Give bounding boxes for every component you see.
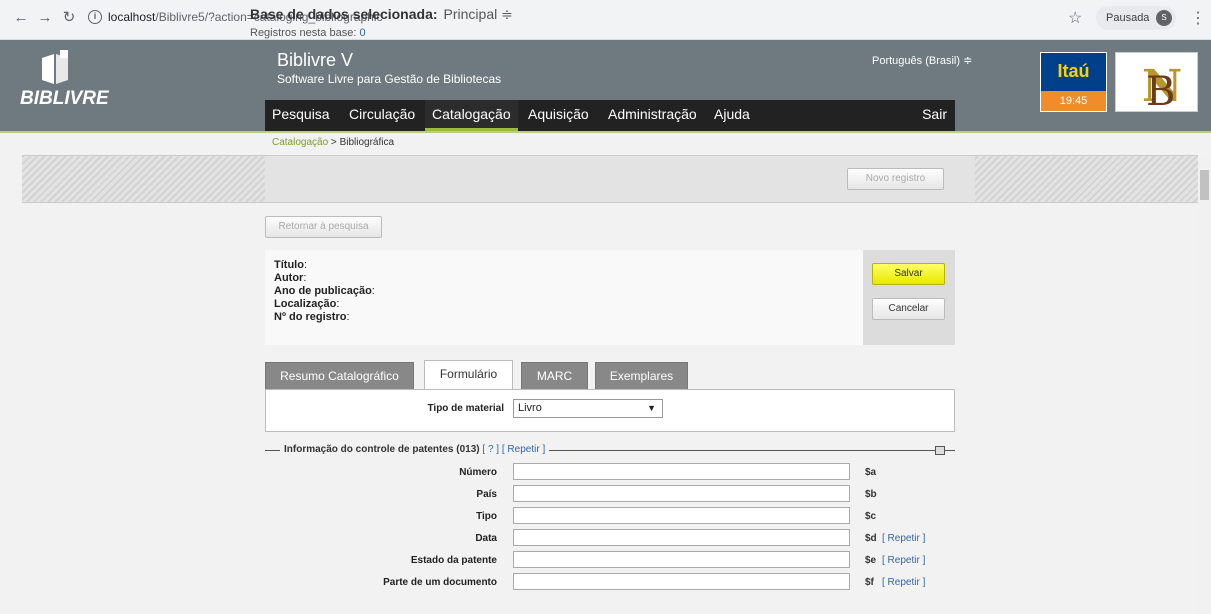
parte-documento-input[interactable] <box>513 573 850 590</box>
record-author-label: Autor: <box>274 272 307 284</box>
material-type-value: Livro <box>518 402 542 414</box>
reload-icon[interactable]: ↻ <box>60 9 78 27</box>
material-type-select[interactable]: Livro ▼ <box>513 399 663 418</box>
sponsor-name: Itaú <box>1057 61 1090 81</box>
book-logo-icon <box>42 50 68 84</box>
logo-text: BIBLIVRE <box>20 88 109 109</box>
field-label: Tipo <box>476 511 497 522</box>
collapse-icon[interactable] <box>935 446 945 455</box>
star-icon[interactable]: ☆ <box>1068 8 1082 28</box>
repeat-link[interactable]: [ Repetir ] <box>882 555 925 566</box>
record-count-value: 0 <box>359 27 366 39</box>
library-seal-image: N B <box>1115 52 1198 115</box>
sponsor-logo: Itaú 19:45 <box>1040 52 1107 112</box>
numero-input[interactable] <box>513 463 850 480</box>
field-label: Parte de um documento <box>383 577 497 588</box>
tab-formulario[interactable]: Formulário <box>424 360 513 390</box>
back-arrow-icon[interactable]: ← <box>12 9 30 27</box>
profile-button[interactable]: Pausada S <box>1096 6 1176 30</box>
field-label: Estado da patente <box>410 555 497 566</box>
profile-label: Pausada <box>1106 12 1150 24</box>
svg-text:B: B <box>1146 69 1175 113</box>
chevron-down-icon: ▼ <box>647 403 656 413</box>
logout-link[interactable]: Sair <box>922 100 947 129</box>
tab-exemplares[interactable]: Exemplares <box>595 362 688 389</box>
pais-input[interactable] <box>513 485 850 502</box>
fieldset-repeat-link[interactable]: [ Repetir ] <box>502 444 545 455</box>
subfield-code: $e <box>865 555 877 566</box>
fieldset-tag: (013) <box>456 444 480 455</box>
seal-icon: N B <box>1142 61 1182 115</box>
subfield-code: $b <box>865 489 877 500</box>
forward-arrow-icon[interactable]: → <box>36 9 54 27</box>
record-number-label: Nº do registro: <box>274 311 350 323</box>
divider <box>0 131 1211 133</box>
field-label: Número <box>459 467 497 478</box>
url-host: localhost <box>108 10 156 24</box>
tipo-input[interactable] <box>513 507 850 524</box>
field-label: País <box>476 489 497 500</box>
scrollbar-thumb[interactable] <box>1200 170 1209 200</box>
record-title-label: Título: <box>274 259 307 271</box>
database-label: Base de dados selecionada: <box>250 6 438 22</box>
fieldset-title-text: Informação do controle de patentes <box>284 444 454 455</box>
menu-ajuda[interactable]: Ajuda <box>707 100 757 131</box>
record-count-label: Registros nesta base: <box>250 27 357 39</box>
browser-toolbar: ← → ↻ i localhost/Biblivre5/?action=cata… <box>0 0 1211 40</box>
database-select[interactable]: Principal ≑ <box>444 6 513 22</box>
subfield-code: $d <box>865 533 877 544</box>
biblivre-logo[interactable]: BIBLIVRE <box>20 46 140 116</box>
subfield-code: $f <box>865 577 874 588</box>
menu-aquisicao[interactable]: Aquisição <box>521 100 596 131</box>
tab-marc[interactable]: MARC <box>521 362 588 389</box>
info-icon[interactable]: i <box>88 10 102 24</box>
tab-resumo-catalografico[interactable]: Resumo Catalográfico <box>265 362 414 389</box>
estado-patente-input[interactable] <box>513 551 850 568</box>
scrollbar[interactable] <box>1198 155 1211 614</box>
language-select[interactable]: Português (Brasil) ≑ <box>872 54 972 67</box>
record-summary: Título: Autor: Ano de publicação: Locali… <box>265 250 955 345</box>
menu-administracao[interactable]: Administração <box>601 100 704 131</box>
data-input[interactable] <box>513 529 850 546</box>
new-record-button[interactable]: Novo registro <box>847 168 944 190</box>
database-selector: Base de dados selecionada: Principal ≑ <box>250 6 513 23</box>
app-subtitle: Software Livre para Gestão de Biblioteca… <box>277 72 502 86</box>
clock: 19:45 <box>1041 91 1106 111</box>
menu-catalogacao[interactable]: Catalogação <box>425 100 518 131</box>
repeat-link[interactable]: [ Repetir ] <box>882 577 925 588</box>
database-bar <box>22 155 1198 203</box>
menu-circulacao[interactable]: Circulação <box>342 100 422 131</box>
field-label: Data <box>475 533 497 544</box>
cancel-button[interactable]: Cancelar <box>872 298 945 320</box>
breadcrumb-current: Bibliográfica <box>339 137 395 148</box>
back-to-search-button[interactable]: Retornar à pesquisa <box>265 216 382 238</box>
subfield-code: $c <box>865 511 877 522</box>
record-location-label: Localização: <box>274 298 340 310</box>
fieldset-title: Informação do controle de patentes (013)… <box>280 444 550 455</box>
main-menu: Pesquisa Circulação Catalogação Aquisiçã… <box>265 100 955 131</box>
app-title: Biblivre V <box>277 50 354 70</box>
help-link[interactable]: [ ? ] <box>482 444 499 455</box>
menu-pesquisa[interactable]: Pesquisa <box>265 100 337 131</box>
record-count: Registros nesta base: 0 <box>250 27 366 39</box>
breadcrumb-separator: > <box>328 137 340 148</box>
kebab-menu-icon[interactable]: ⋮ <box>1190 8 1206 28</box>
breadcrumb-parent[interactable]: Catalogação <box>272 137 328 148</box>
avatar: S <box>1156 10 1172 26</box>
material-type-label: Tipo de material <box>427 403 504 414</box>
subfield-code: $a <box>865 467 877 478</box>
repeat-link[interactable]: [ Repetir ] <box>882 533 925 544</box>
record-year-label: Ano de publicação: <box>274 285 375 297</box>
breadcrumb: Catalogação > Bibliográfica <box>272 137 394 148</box>
app-header: BIBLIVRE Biblivre V Software Livre para … <box>0 40 1211 131</box>
save-button[interactable]: Salvar <box>872 263 945 285</box>
